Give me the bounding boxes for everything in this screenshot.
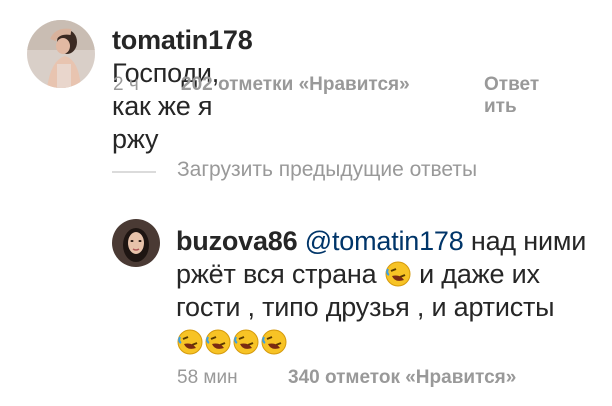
- rolling-on-floor-laughing-emoji-icon: [205, 329, 231, 355]
- comment-username[interactable]: tomatin178: [112, 25, 253, 55]
- likes-label: 202 отметки «Нравится»: [181, 74, 410, 95]
- reply-button[interactable]: Ответ ить: [484, 74, 539, 118]
- reply-label-line1: Ответ: [484, 74, 540, 95]
- mention-link[interactable]: @tomatin178: [305, 226, 464, 256]
- avatar[interactable]: [27, 20, 95, 88]
- avatar[interactable]: [112, 219, 160, 267]
- comment-body-part3: и даже их: [419, 259, 540, 289]
- replies-divider: [112, 171, 156, 173]
- comment-body: Господи, как же я ржу: [112, 58, 220, 154]
- rolling-on-floor-laughing-emoji-icon: [233, 329, 259, 355]
- load-previous-replies[interactable]: Загрузить предыдущие ответы: [177, 158, 477, 182]
- comment-body-part2: ржёт вся страна: [176, 259, 377, 289]
- rolling-on-floor-laughing-emoji-icon: [261, 329, 287, 355]
- likes-label: 340 отметок «Нравится»: [288, 367, 517, 388]
- reply-label-line2: ить: [484, 96, 517, 117]
- comment-body-part1: над ними: [470, 226, 587, 256]
- rolling-on-floor-laughing-emoji-icon: [385, 261, 411, 287]
- likes-count[interactable]: 202 отметки «Нравится»: [181, 74, 410, 96]
- rolling-on-floor-laughing-emoji-icon: [177, 329, 203, 355]
- likes-count[interactable]: 340 отметок «Нравится»: [288, 367, 516, 389]
- comment-body-part4: гости , типо друзья , и артисты: [176, 292, 555, 322]
- comment-username[interactable]: buzova86: [176, 226, 298, 256]
- comment-meta: 2 ч: [113, 74, 139, 96]
- comment-text: buzova86 @tomatin178 над ними ржёт вся с…: [176, 225, 606, 359]
- comment-time: 58 мин: [177, 367, 238, 388]
- comment-time: 2 ч: [113, 74, 139, 95]
